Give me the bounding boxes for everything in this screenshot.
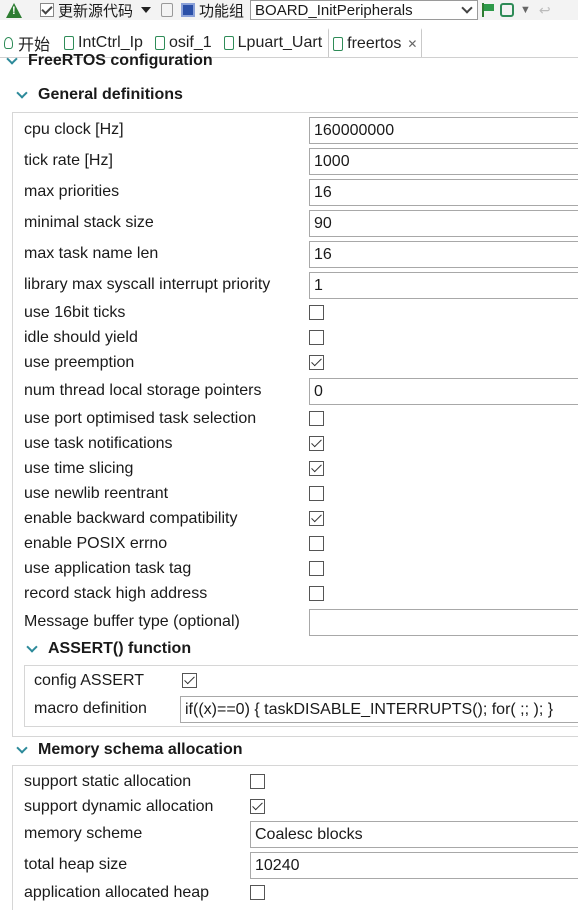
min-stack-label: minimal stack size xyxy=(24,214,154,231)
newlib-checkbox[interactable] xyxy=(309,486,324,501)
static-alloc-label: support static allocation xyxy=(24,773,192,790)
app-heap-checkbox[interactable] xyxy=(250,885,265,900)
cpu-clock-label: cpu clock [Hz] xyxy=(24,121,124,138)
general-definitions-header[interactable]: General definitions xyxy=(16,86,183,104)
app-task-tag-label: use application task tag xyxy=(24,560,192,577)
note-icon[interactable] xyxy=(500,3,515,17)
config-assert-label: config ASSERT xyxy=(34,672,144,689)
port-opt-checkbox[interactable] xyxy=(309,411,324,426)
lib-max-syscall-label: library max syscall interrupt priority xyxy=(24,276,271,293)
min-stack-field[interactable]: 90 xyxy=(309,210,578,237)
warning-icon[interactable] xyxy=(6,2,22,18)
config-assert-checkbox[interactable] xyxy=(182,673,197,688)
stack-high-label: record stack high address xyxy=(24,585,208,602)
function-group-label: 功能组 xyxy=(199,2,245,20)
newlib-label: use newlib reentrant xyxy=(24,485,169,502)
dropdown-arrow-icon[interactable]: ▼ xyxy=(520,4,531,16)
macro-definition-label: macro definition xyxy=(34,700,147,717)
lib-max-syscall-field[interactable]: 1 xyxy=(309,272,578,299)
toolbar: 更新源代码 功能组 BOARD_InitPeripherals ▼ ↩ xyxy=(0,0,578,20)
assert-function-header[interactable]: ASSERT() function xyxy=(26,640,192,658)
idle-yield-checkbox[interactable] xyxy=(309,330,324,345)
use-preemption-label: use preemption xyxy=(24,354,135,371)
task-notif-checkbox[interactable] xyxy=(309,436,324,451)
function-group-value: BOARD_InitPeripherals xyxy=(255,1,413,19)
memory-scheme-label: memory scheme xyxy=(24,825,143,842)
update-source-checkbox-icon[interactable] xyxy=(40,3,54,17)
page-title: FreeRTOS configuration xyxy=(28,52,213,69)
memory-schema-header[interactable]: Memory schema allocation xyxy=(16,741,243,759)
section-title: General definitions xyxy=(38,86,183,103)
close-icon[interactable]: ✕ xyxy=(407,37,417,51)
chevron-down-icon[interactable] xyxy=(141,7,152,13)
tab-label: osif_1 xyxy=(168,33,212,51)
cpu-clock-field[interactable]: 160000000 xyxy=(309,117,578,144)
chevron-down-icon xyxy=(26,641,38,653)
section-title: Memory schema allocation xyxy=(38,741,243,758)
dynamic-alloc-label: support dynamic allocation xyxy=(24,798,214,815)
function-group-select[interactable]: BOARD_InitPeripherals xyxy=(250,0,479,20)
undo-icon[interactable]: ↩ xyxy=(539,2,551,19)
msg-buffer-field[interactable] xyxy=(309,609,578,636)
max-priorities-field[interactable]: 16 xyxy=(309,179,578,206)
app-task-tag-checkbox[interactable] xyxy=(309,561,324,576)
tab-label: freertos xyxy=(347,34,402,52)
chevron-down-icon xyxy=(16,87,28,99)
chevron-down-icon xyxy=(461,2,473,14)
posix-errno-checkbox[interactable] xyxy=(309,536,324,551)
dynamic-alloc-checkbox[interactable] xyxy=(250,799,265,814)
flag-icon[interactable] xyxy=(482,3,495,17)
lightbulb-icon xyxy=(4,36,13,49)
macro-definition-field[interactable]: if((x)==0) { taskDISABLE_INTERRUPTS(); f… xyxy=(180,696,578,723)
chip-icon[interactable] xyxy=(181,3,196,17)
chevron-down-icon xyxy=(6,53,18,65)
num-tls-label: num thread local storage pointers xyxy=(24,382,262,399)
use-16bit-ticks-label: use 16bit ticks xyxy=(24,304,126,321)
port-opt-label: use port optimised task selection xyxy=(24,410,257,427)
tick-rate-field[interactable]: 1000 xyxy=(309,148,578,175)
tab-label: Lpuart_Uart xyxy=(237,33,323,51)
use-16bit-ticks-checkbox[interactable] xyxy=(309,305,324,320)
time-slicing-label: use time slicing xyxy=(24,460,134,477)
refresh-icon[interactable] xyxy=(161,3,174,17)
tab-freertos[interactable]: freertos ✕ xyxy=(328,28,423,57)
max-task-name-field[interactable]: 16 xyxy=(309,241,578,268)
heap-size-field[interactable]: 10240 xyxy=(250,852,578,879)
use-preemption-checkbox[interactable] xyxy=(309,355,324,370)
section-title: ASSERT() function xyxy=(48,640,192,657)
time-slicing-checkbox[interactable] xyxy=(309,461,324,476)
max-task-name-label: max task name len xyxy=(24,245,159,262)
task-notif-label: use task notifications xyxy=(24,435,173,452)
idle-yield-label: idle should yield xyxy=(24,329,138,346)
freertos-config-header[interactable]: FreeRTOS configuration xyxy=(6,52,213,70)
static-alloc-checkbox[interactable] xyxy=(250,774,265,789)
num-tls-field[interactable]: 0 xyxy=(309,378,578,405)
app-heap-label: application allocated heap xyxy=(24,884,210,901)
stack-high-checkbox[interactable] xyxy=(309,586,324,601)
component-icon xyxy=(154,35,165,50)
tab-label: 开始 xyxy=(18,36,51,54)
backward-compat-label: enable backward compatibility xyxy=(24,510,238,527)
tab-label: IntCtrl_Ip xyxy=(78,33,143,51)
backward-compat-checkbox[interactable] xyxy=(309,511,324,526)
component-icon xyxy=(223,35,234,50)
max-priorities-label: max priorities xyxy=(24,183,120,200)
chevron-down-icon xyxy=(16,742,28,754)
heap-size-label: total heap size xyxy=(24,856,128,873)
component-icon xyxy=(333,36,344,51)
update-source-label[interactable]: 更新源代码 xyxy=(58,0,133,20)
posix-errno-label: enable POSIX errno xyxy=(24,535,168,552)
component-icon xyxy=(64,35,75,50)
tick-rate-label: tick rate [Hz] xyxy=(24,152,113,169)
tab-lpuart[interactable]: Lpuart_Uart xyxy=(220,28,327,57)
msg-buffer-label: Message buffer type (optional) xyxy=(24,613,240,630)
memory-scheme-select[interactable]: Coalesc blocks xyxy=(250,821,578,848)
